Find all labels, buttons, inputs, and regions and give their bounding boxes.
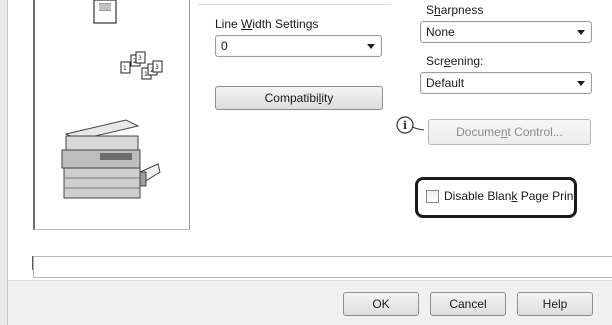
- help-button[interactable]: Help: [517, 292, 593, 316]
- sharpness-select[interactable]: None: [420, 21, 592, 43]
- section-divider: [198, 4, 391, 5]
- disable-blank-page-label[interactable]: Disable Blank Page Prin: [444, 189, 573, 203]
- printer-icon: [56, 112, 162, 204]
- sharpness-value: None: [426, 25, 455, 39]
- compatibility-button[interactable]: Compatibi l ity: [215, 86, 383, 110]
- line-width-value: 0: [221, 39, 228, 53]
- svg-text:1: 1: [144, 71, 148, 78]
- ok-button[interactable]: OK: [343, 292, 419, 316]
- svg-text:i: i: [403, 119, 407, 132]
- svg-text:3: 3: [155, 64, 159, 71]
- chevron-down-icon: [577, 30, 585, 35]
- screening-select[interactable]: Default: [420, 72, 592, 94]
- status-field: [33, 256, 612, 278]
- line-width-select[interactable]: 0: [215, 35, 382, 57]
- screening-label: Screening:: [426, 54, 484, 68]
- line-width-label: Line Width Settings: [215, 17, 319, 31]
- sharpness-label: Sharpness: [426, 3, 484, 17]
- screening-value: Default: [426, 76, 465, 90]
- info-icon[interactable]: i: [396, 116, 426, 138]
- document-control-button[interactable]: Docume n t Control...: [428, 119, 591, 145]
- window-left-edge: [0, 0, 8, 325]
- svg-text:1: 1: [123, 65, 127, 72]
- chevron-down-icon: [367, 44, 375, 49]
- document-icon: [93, 0, 117, 24]
- chevron-down-icon: [577, 81, 585, 86]
- disable-blank-page-checkbox[interactable]: [426, 190, 439, 203]
- svg-text:3: 3: [138, 55, 142, 62]
- svg-text:2: 2: [133, 58, 137, 65]
- cancel-button[interactable]: Cancel: [430, 292, 506, 316]
- svg-text:2: 2: [150, 67, 154, 74]
- copies-icon: 123 123: [119, 50, 163, 84]
